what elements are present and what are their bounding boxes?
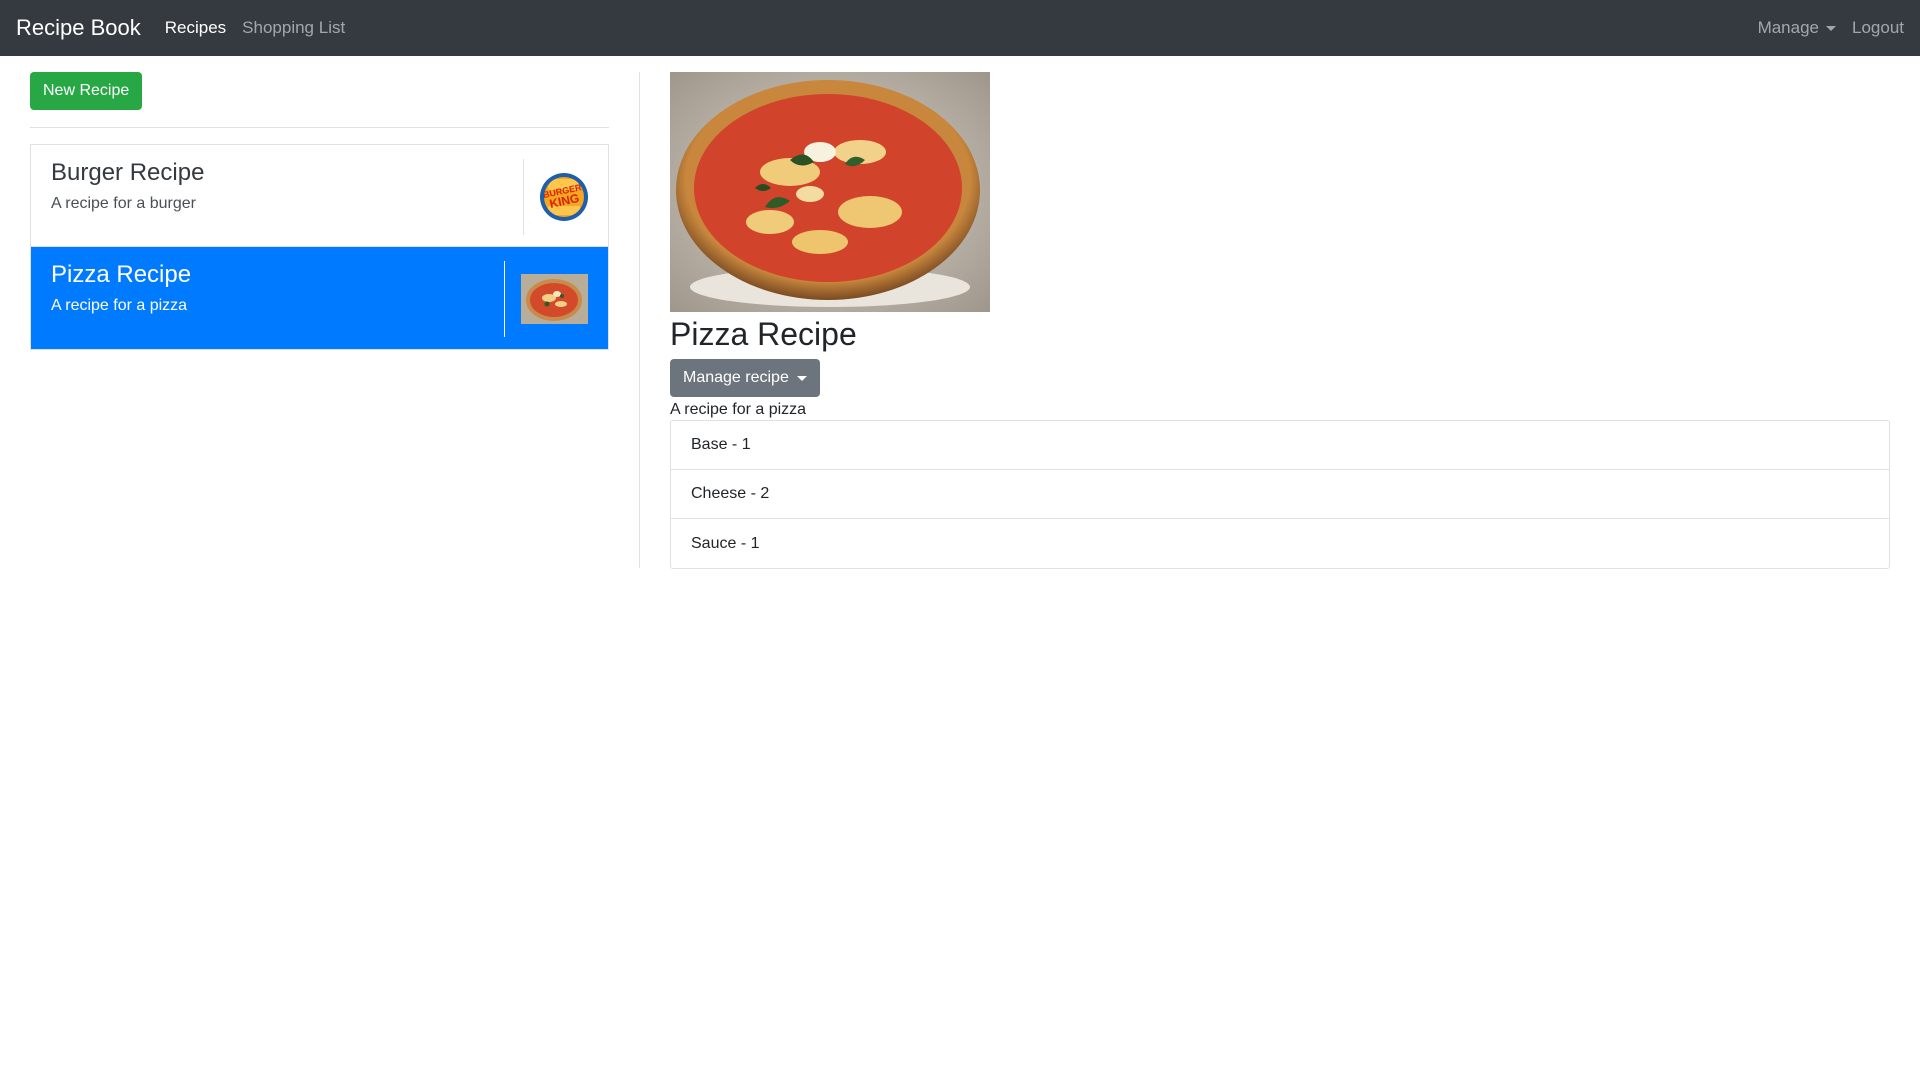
recipe-description: A recipe for a pizza — [670, 401, 807, 418]
column-divider — [639, 72, 640, 568]
navbar-right: Manage Logout — [1742, 18, 1904, 38]
recipe-item-text: Burger Recipe A recipe for a burger — [51, 159, 523, 213]
burger-king-logo-icon: BURGER KING — [540, 173, 588, 221]
recipe-detail: Pizza Recipe Manage recipe A recipe for … — [670, 72, 1890, 569]
ingredient-item[interactable]: Cheese - 2 — [671, 470, 1889, 519]
nav-shopping-list[interactable]: Shopping List — [242, 18, 345, 38]
logout-link[interactable]: Logout — [1852, 18, 1904, 38]
recipe-list: Burger Recipe A recipe for a burger BURG… — [30, 144, 609, 350]
recipe-item-pizza[interactable]: Pizza Recipe A recipe for a pizza — [31, 247, 608, 349]
new-recipe-button[interactable]: New Recipe — [30, 72, 143, 110]
chevron-down-icon — [796, 375, 807, 381]
chevron-down-icon — [1826, 25, 1836, 31]
manage-dropdown-label: Manage — [1757, 18, 1819, 37]
pizza-thumbnail-image — [521, 274, 588, 324]
top-navbar: Recipe Book Recipes Shopping List Manage… — [0, 0, 1920, 56]
recipe-item-name: Burger Recipe — [51, 159, 205, 186]
ingredient-list: Base - 1 Cheese - 2 Sauce - 1 — [670, 420, 1890, 569]
recipe-list-panel: New Recipe Burger Recipe A recipe for a … — [30, 72, 609, 350]
ingredient-item[interactable]: Base - 1 — [671, 421, 1889, 470]
recipe-thumbnail-wrap — [504, 261, 588, 337]
brand-link[interactable]: Recipe Book — [16, 15, 141, 41]
manage-recipe-label: Manage recipe — [683, 369, 789, 386]
recipe-item-name: Pizza Recipe — [51, 261, 192, 288]
manage-dropdown[interactable]: Manage — [1758, 18, 1836, 38]
recipe-thumbnail-wrap: BURGER KING — [523, 159, 588, 235]
nav-recipes[interactable]: Recipes — [165, 18, 226, 38]
ingredient-item[interactable]: Sauce - 1 — [671, 519, 1889, 568]
recipe-item-description: A recipe for a burger — [51, 195, 196, 212]
recipe-item-text: Pizza Recipe A recipe for a pizza — [51, 261, 504, 315]
recipe-title: Pizza Recipe — [670, 316, 857, 352]
recipe-image — [670, 72, 990, 312]
divider — [30, 127, 609, 128]
manage-recipe-button[interactable]: Manage recipe — [670, 359, 820, 397]
recipe-item-description: A recipe for a pizza — [51, 297, 188, 314]
recipe-item-burger[interactable]: Burger Recipe A recipe for a burger BURG… — [31, 145, 608, 247]
